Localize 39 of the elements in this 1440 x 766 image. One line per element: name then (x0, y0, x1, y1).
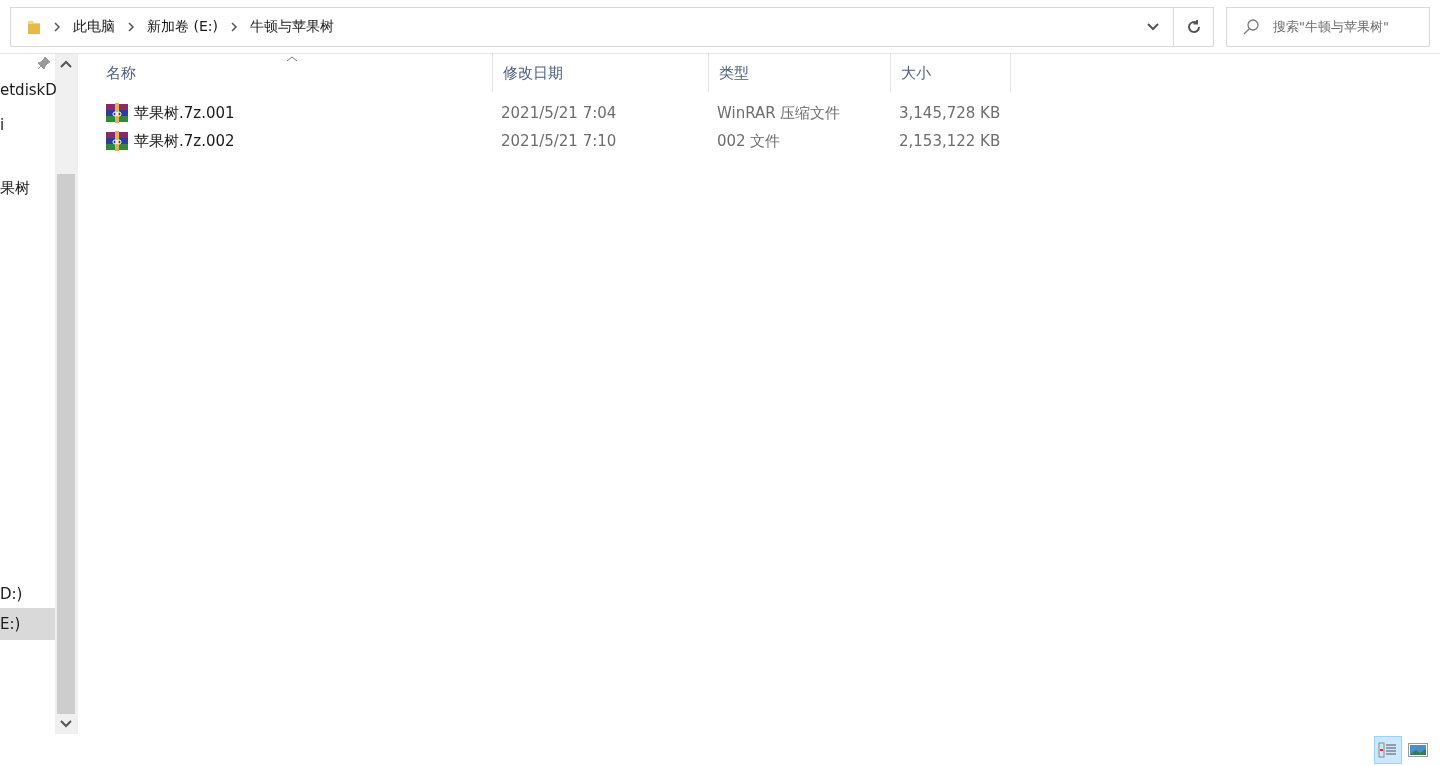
refresh-icon (1185, 18, 1202, 35)
file-row[interactable]: 苹果树.7z.002 2021/5/21 7:10 002 文件 2,153,122 KB (96, 127, 1440, 155)
address-bar[interactable]: 此电脑 新加卷 (E:) 牛顿与苹果树 (10, 6, 1214, 47)
sidebar-item[interactable]: 果树 (0, 172, 55, 204)
column-header[interactable]: 名称 (96, 54, 493, 92)
file-name: 苹果树.7z.001 (134, 102, 235, 124)
table-cell-text: 2021/5/21 7:04 (501, 102, 617, 124)
table-cell-text: 002 文件 (717, 130, 781, 152)
sidebar-item[interactable]: i (0, 109, 55, 141)
landscape-picture-icon (1408, 743, 1428, 757)
breadcrumb[interactable]: 牛顿与苹果树 (249, 16, 334, 37)
chevron-right-icon (53, 21, 61, 32)
list-view-icon (1378, 742, 1398, 758)
table-cell-text: 2021/5/21 7:10 (501, 130, 617, 152)
search-icon (1242, 17, 1260, 36)
chevron-right-icon (127, 21, 135, 32)
scroll-up-icon[interactable] (60, 60, 72, 68)
breadcrumb[interactable]: 此电脑 (73, 16, 115, 37)
archive-icon (106, 131, 128, 151)
search-field[interactable]: 搜索"牛顿与苹果树" (1226, 6, 1430, 47)
file-row[interactable]: 苹果树.7z.001 2021/5/21 7:04 WinRAR 压缩文件 3,145,728 KB (96, 99, 1440, 127)
archive-icon (106, 103, 128, 123)
scroll-down-icon[interactable] (60, 720, 72, 728)
sidebar-item[interactable]: etdiskD (0, 74, 55, 106)
breadcrumb[interactable]: 新加卷 (E:) (147, 16, 218, 37)
scrollbar-thumb[interactable] (57, 174, 75, 714)
column-header[interactable]: 修改日期 (493, 54, 709, 92)
scrollbar[interactable] (55, 54, 77, 734)
file-name: 苹果树.7z.002 (134, 130, 235, 152)
column-header[interactable]: 大小 (891, 54, 1011, 92)
sidebar-item[interactable]: D:) (0, 578, 55, 610)
table-cell-text: WinRAR 压缩文件 (717, 102, 841, 124)
sidebar-item[interactable]: E:) (0, 608, 55, 640)
table-cell-text: 3,145,728 KB (899, 102, 1001, 124)
chevron-down-icon (1147, 22, 1159, 31)
folder-icon (27, 18, 41, 35)
chevron-right-icon (229, 21, 238, 32)
column-header[interactable]: 类型 (709, 54, 891, 92)
table-cell-text: 2,153,122 KB (899, 130, 1001, 152)
